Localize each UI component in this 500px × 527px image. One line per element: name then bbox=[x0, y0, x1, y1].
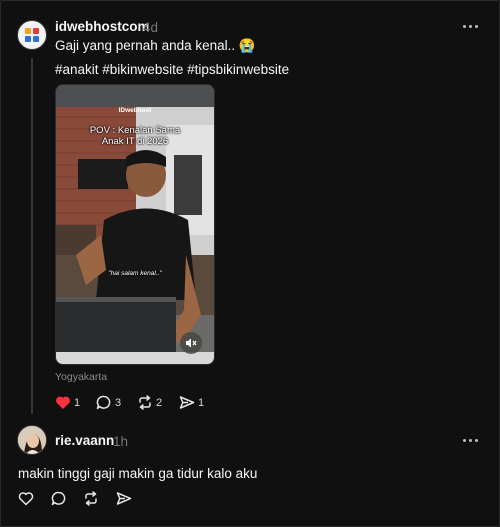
comment-count: 3 bbox=[115, 396, 122, 409]
reply-more-icon[interactable] bbox=[458, 433, 482, 447]
heart-icon bbox=[18, 492, 34, 506]
share-icon bbox=[179, 396, 195, 409]
reply-share-button[interactable] bbox=[116, 491, 132, 506]
brand-logo-icon bbox=[25, 28, 39, 42]
comment-icon bbox=[51, 491, 66, 506]
video-overlay-title: POV : Kenalan Sama Anak IT di 2026 bbox=[56, 125, 214, 147]
repost-count: 2 bbox=[156, 396, 163, 409]
video-brand-logo: IDwebhost bbox=[118, 107, 152, 114]
post-hashtags[interactable]: #anakit #bikinwebsite #tipsbikinwebsite bbox=[55, 62, 289, 77]
repost-icon bbox=[85, 491, 97, 506]
repost-icon bbox=[139, 395, 151, 410]
reply-like-button[interactable] bbox=[18, 491, 34, 506]
reply-username[interactable]: rie.vaann bbox=[55, 433, 114, 448]
post-location[interactable]: Yogyakarta bbox=[55, 371, 107, 383]
share-count: 1 bbox=[198, 396, 205, 409]
heart-icon bbox=[56, 396, 70, 409]
reply-text: makin tinggi gaji makin ga tidur kalo ak… bbox=[18, 466, 258, 481]
repost-button[interactable]: 2 bbox=[137, 395, 162, 410]
reply-timestamp[interactable]: 1h bbox=[113, 434, 128, 449]
reply-avatar[interactable] bbox=[17, 425, 47, 455]
video-caption: "hai salam kenal.." bbox=[108, 270, 162, 277]
comment-icon bbox=[96, 395, 111, 410]
like-count: 1 bbox=[74, 396, 81, 409]
post-video[interactable]: IDwebhost POV : Kenalan Sama Anak IT di … bbox=[55, 84, 215, 365]
share-icon bbox=[116, 492, 132, 505]
overlay-title-line1: POV : Kenalan Sama bbox=[89, 125, 181, 136]
overlay-title-line2: Anak IT di 2026 bbox=[101, 136, 169, 147]
reply-comment-button[interactable] bbox=[51, 491, 67, 506]
reply-repost-button[interactable] bbox=[83, 491, 99, 506]
avatar[interactable] bbox=[17, 20, 47, 50]
like-button[interactable]: 1 bbox=[55, 395, 80, 410]
post-username[interactable]: idwebhostcom bbox=[55, 19, 150, 34]
share-button[interactable]: 1 bbox=[179, 395, 204, 410]
mute-button[interactable] bbox=[180, 332, 202, 354]
thread-line bbox=[31, 58, 33, 414]
post-more-icon[interactable] bbox=[458, 19, 482, 33]
reply-avatar-photo bbox=[18, 426, 46, 454]
comment-button[interactable]: 3 bbox=[96, 395, 121, 410]
mute-icon bbox=[186, 338, 197, 348]
post-text: Gaji yang pernah anda kenal.. 😭 bbox=[55, 38, 256, 53]
post-timestamp[interactable]: 4d bbox=[143, 20, 158, 35]
